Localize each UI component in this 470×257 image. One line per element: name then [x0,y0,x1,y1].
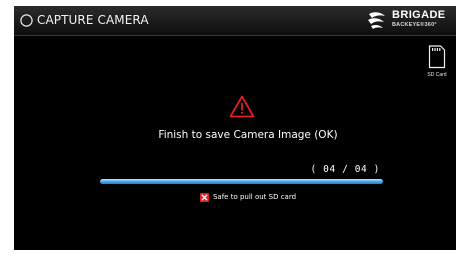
sd-card-icon [428,45,446,69]
brigade-logo-icon [368,12,385,29]
sd-card-label: SD Card [427,72,447,78]
progress-fill [100,179,383,184]
status-message: Finish to save Camera Image (OK) [158,129,338,141]
progress-counter: ( 04 / 04 ) [310,164,380,175]
red-x-icon [199,192,209,202]
safe-removal-notice: Safe to pull out SD card [14,192,456,202]
progress-bar [100,179,383,184]
brand-logo: BRIGADE BACKEYE®360° [366,9,450,32]
title-bar: CAPTURE CAMERA BRIGADE BACKEYE®360° [14,6,456,36]
camera-screen: CAPTURE CAMERA BRIGADE BACKEYE®360° SD C… [14,6,456,250]
brand-subtitle: BACKEYE®360° [392,22,437,28]
sd-card-button[interactable]: SD Card [426,45,448,85]
back-circle-icon[interactable] [20,14,33,27]
brand-name: BRIGADE [392,9,446,21]
page-title: CAPTURE CAMERA [37,13,149,27]
warning-triangle-icon [229,95,255,118]
notice-text: Safe to pull out SD card [212,193,297,201]
